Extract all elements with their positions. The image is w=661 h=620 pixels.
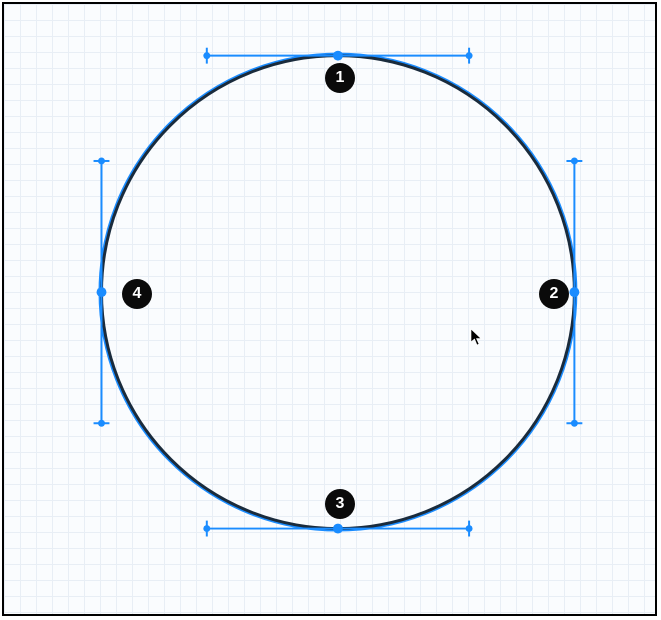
handle-dot[interactable] [98,157,105,164]
badge-label: 4 [133,285,142,303]
handle-dot[interactable] [98,420,105,427]
badge-label: 2 [550,285,559,303]
anchor-badge-4: 4 [122,279,152,309]
cursor-icon [470,328,484,351]
anchor-badge-3: 3 [325,489,355,519]
bezier-handles [94,48,583,537]
anchor-point[interactable] [333,524,343,534]
circle-shape[interactable] [101,56,574,529]
anchor-badge-2: 2 [539,279,569,309]
anchor-point[interactable] [333,51,343,61]
anchor-badge-1: 1 [325,63,355,93]
handle-dot[interactable] [466,525,473,532]
handle-dot[interactable] [466,52,473,59]
badge-label: 3 [336,495,345,513]
canvas-svg [4,4,655,614]
handle-dot[interactable] [571,157,578,164]
handle-dot[interactable] [203,525,210,532]
handle-dot[interactable] [203,52,210,59]
anchor-point[interactable] [97,287,107,297]
badge-label: 1 [336,69,345,87]
anchor-point[interactable] [569,287,579,297]
handle-dot[interactable] [571,420,578,427]
editor-frame: 1 2 3 4 [2,2,657,616]
